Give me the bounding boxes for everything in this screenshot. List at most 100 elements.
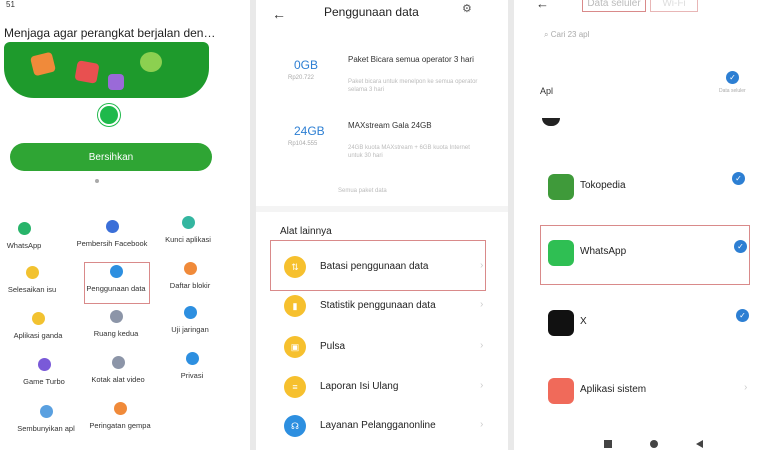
system-apps-icon (548, 378, 574, 404)
game-controller-icon (37, 358, 51, 371)
tab-wifi[interactable]: Wi-Fi (650, 0, 698, 12)
package-description: 24GB kuota MAXstream + 6GB kuota Interne… (348, 145, 470, 159)
video-toolbox-icon (111, 356, 125, 369)
see-all-packages-link[interactable]: Semua paket data (338, 188, 387, 194)
package-name: Paket Bicara semua operator 3 hari (348, 55, 474, 64)
highlight-box (540, 225, 750, 285)
chat-icon (140, 52, 162, 72)
package-price: Rp20.722 (288, 75, 315, 81)
chevron-right-icon: › (480, 419, 484, 430)
grid-item-label: Selesaikan isu (7, 285, 57, 294)
tool-topup-report[interactable]: ≡ Laporan Isi Ulang › (284, 376, 504, 402)
highlight-box (270, 240, 486, 291)
search-icon: ⌕ (544, 30, 549, 39)
grid-item-label: Uji jaringan (171, 325, 209, 334)
network-test-icon (183, 306, 197, 319)
x-checkbox[interactable]: ✓ (736, 309, 749, 322)
grid-item-label: WhatsApp (6, 241, 42, 250)
page-indicator (95, 179, 99, 183)
tool-label: Pulsa (320, 341, 346, 352)
partial-app-icon (542, 118, 560, 126)
grid-item-label: Kunci aplikasi (165, 235, 211, 244)
app-row-system-apps[interactable]: Aplikasi sistem › (542, 378, 762, 412)
app-label: X (580, 316, 587, 327)
grid-item-hide-apps[interactable]: Sembunyikan apl (6, 405, 86, 433)
app-row-x[interactable]: X (542, 310, 762, 344)
grid-item-label: Kotak alat video (91, 375, 145, 384)
navigation-bar (594, 438, 714, 450)
package-price: Rp104.555 (288, 141, 318, 147)
page-title: Penggunaan data (324, 5, 419, 19)
tab-mobile-data[interactable]: Data seluler (582, 0, 646, 12)
x-icon (548, 310, 574, 336)
select-all-checkbox[interactable]: ✓ (726, 71, 739, 84)
grid-item-blocklist[interactable]: Daftar blokir (150, 262, 230, 290)
back-arrow-icon[interactable]: ← (536, 0, 549, 11)
stats-icon: ▮ (284, 295, 306, 317)
second-space-icon (109, 310, 123, 323)
clean-button[interactable]: Bersihkan (10, 143, 212, 171)
grid-item-earthquake-alert[interactable]: Peringatan gempa (80, 402, 160, 430)
back-arrow-icon[interactable]: ← (272, 6, 286, 22)
tool-label: Laporan Isi Ulang (320, 381, 399, 392)
message-icon (29, 51, 57, 77)
grid-item-label: Peringatan gempa (89, 421, 151, 430)
tool-data-stats[interactable]: ▮ Statistik penggunaan data › (284, 295, 504, 321)
back-button[interactable] (696, 440, 703, 448)
headset-icon: ☊ (284, 415, 306, 437)
grid-item-network-test[interactable]: Uji jaringan (150, 306, 230, 334)
whatsapp-icon (98, 104, 120, 126)
status-bar: 51 (6, 0, 15, 9)
grid-item-video-toolbox[interactable]: Kotak alat video (78, 356, 158, 384)
chevron-right-icon: › (480, 299, 484, 310)
grid-item-label: Pembersih Facebook (76, 239, 148, 248)
chevron-right-icon: › (480, 340, 484, 351)
block-icon (183, 262, 197, 275)
grid-item-dual-apps[interactable]: Aplikasi ganda (0, 312, 78, 340)
package-name: MAXstream Gala 24GB (348, 121, 432, 130)
grid-item-game-turbo[interactable]: Game Turbo (4, 358, 84, 386)
grid-item-fix-issues[interactable]: Selesaikan isu (0, 266, 72, 294)
privacy-icon (185, 352, 199, 365)
grid-item-label: Ruang kedua (93, 329, 139, 338)
grid-item-label: Sembunyikan apl (17, 424, 75, 433)
fix-icon (25, 266, 39, 279)
settings-icon[interactable]: ⚙ (462, 2, 472, 15)
tool-label: Statistik penggunaan data (320, 300, 436, 311)
report-icon: ≡ (284, 376, 306, 398)
lock-icon (181, 216, 195, 229)
select-all-label: Data seluler (719, 88, 746, 94)
highlight-box (84, 262, 150, 304)
grid-item-label: Game Turbo (23, 377, 65, 386)
hide-icon (39, 405, 53, 418)
package-amount: 0GB (294, 58, 319, 72)
recents-button[interactable] (604, 440, 612, 448)
grid-item-facebook-cleaner[interactable]: Pembersih Facebook (72, 220, 152, 248)
tokopedia-icon (548, 174, 574, 200)
chevron-right-icon: › (744, 382, 748, 393)
dual-apps-icon (31, 312, 45, 325)
data-usage-panel: ← Penggunaan data ⚙ 0GB Rp20.722 Paket B… (256, 0, 508, 450)
search-input[interactable]: ⌕ Cari 23 apl (544, 30, 589, 40)
security-app-panel: 51 Menjaga agar perangkat berjalan den… … (0, 0, 250, 450)
section-divider (256, 206, 508, 212)
grid-item-privacy[interactable]: Privasi (152, 352, 232, 380)
facebook-icon (105, 220, 119, 233)
home-button[interactable] (650, 440, 658, 448)
grid-item-label: Aplikasi ganda (13, 331, 63, 340)
app-row-tokopedia[interactable]: Tokopedia (542, 174, 762, 208)
cleanup-banner (4, 42, 209, 98)
chevron-right-icon: › (480, 380, 484, 391)
grid-item-app-lock[interactable]: Kunci aplikasi (148, 216, 228, 244)
apps-heading: Apl (540, 86, 554, 96)
search-placeholder: Cari 23 apl (550, 30, 590, 39)
grid-item-whatsapp[interactable]: WhatsApp (0, 222, 64, 250)
tool-customer-service[interactable]: ☊ Layanan Pelangganonline › (284, 415, 504, 441)
grid-item-second-space[interactable]: Ruang kedua (76, 310, 156, 338)
tool-label: Layanan Pelangganonline (320, 420, 436, 431)
app-data-panel: ← Data seluler Wi-Fi ⌕ Cari 23 apl ✓ Dat… (514, 0, 768, 450)
app-label: Tokopedia (580, 180, 626, 191)
credit-icon: ▣ (284, 336, 306, 358)
tool-credit[interactable]: ▣ Pulsa › (284, 336, 504, 362)
tokopedia-checkbox[interactable]: ✓ (732, 172, 745, 185)
